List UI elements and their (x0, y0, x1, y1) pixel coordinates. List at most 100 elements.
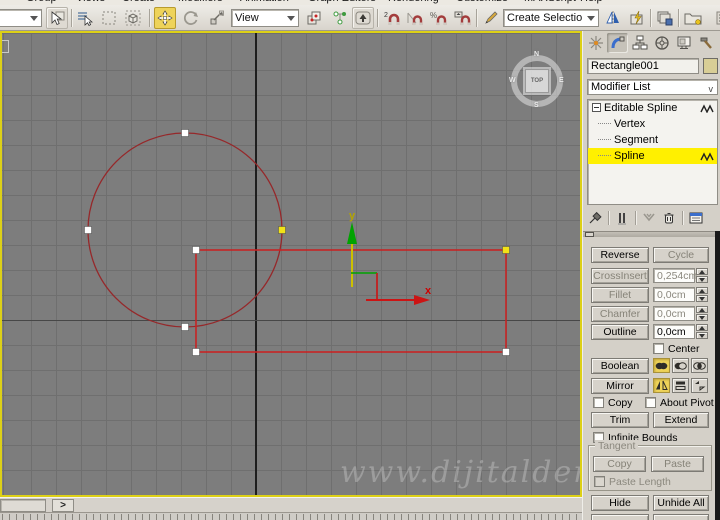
svg-text:y: y (349, 210, 356, 222)
mirror-button[interactable] (602, 7, 624, 29)
modifier-list-dropdown[interactable]: Modifier List v (587, 79, 718, 95)
angle-snap-toggle-button[interactable] (404, 7, 426, 29)
boolean-intersection-button[interactable] (691, 358, 708, 373)
named-selection-set-dropdown[interactable]: Create Selection Se (503, 9, 599, 27)
cut-off-button-right[interactable] (653, 514, 709, 520)
select-and-scale-button[interactable] (206, 7, 228, 29)
snaps-toggle-button[interactable]: 2 (381, 7, 403, 29)
select-by-name-button[interactable] (74, 7, 96, 29)
extend-button[interactable]: Extend (653, 412, 709, 428)
select-and-manipulate-button[interactable] (329, 7, 351, 29)
menu-graph-editors[interactable]: Graph Editors (308, 0, 376, 4)
menu-maxscript[interactable]: MAXScript (524, 0, 576, 4)
stack-row-spline-selected[interactable]: Spline (588, 148, 717, 164)
configure-modifier-sets-button[interactable] (686, 209, 706, 227)
partial-icon (716, 11, 720, 25)
chamfer-spinner[interactable] (696, 306, 708, 321)
copy-checkbox[interactable] (593, 397, 604, 408)
tangent-copy-button[interactable]: Copy (593, 456, 646, 472)
object-name-field[interactable]: Rectangle001 (587, 58, 699, 74)
boolean-union-button[interactable] (653, 358, 670, 373)
track-bar[interactable] (0, 512, 582, 520)
viewcube-top-face[interactable]: TOP (525, 69, 549, 93)
select-object-button[interactable] (46, 7, 68, 29)
stack-row-segment[interactable]: Segment (588, 132, 717, 148)
viewport-canvas[interactable]: www.dijitalders yx N E S W TOP (2, 33, 580, 495)
mirror-spline-button[interactable]: Mirror (591, 378, 649, 394)
stack-row-vertex[interactable]: Vertex (588, 116, 717, 132)
tab-display[interactable] (673, 33, 694, 53)
toolbar-partial-button[interactable] (712, 7, 720, 29)
chamfer-button[interactable]: Chamfer (591, 306, 649, 322)
reverse-button[interactable]: Reverse (591, 247, 649, 263)
chamfer-value-field[interactable]: 0,0cm (653, 306, 695, 321)
pin-icon (589, 211, 602, 224)
rollout-header-partial[interactable] (583, 231, 715, 237)
crossinsert-button[interactable]: CrossInsert (591, 268, 649, 284)
trim-button[interactable]: Trim (591, 412, 649, 428)
remove-modifier-button[interactable] (659, 209, 679, 227)
menu-animation[interactable]: Animation (240, 0, 289, 4)
fillet-spinner[interactable] (696, 287, 708, 302)
tab-hierarchy[interactable] (629, 33, 650, 53)
outline-button[interactable]: Outline (591, 324, 649, 340)
unhide-all-button[interactable]: Unhide All (653, 495, 709, 511)
menu-modifiers[interactable]: Modifiers (178, 0, 223, 4)
crossinsert-value-field[interactable]: 0,254cm (653, 268, 697, 283)
layer-manager-button[interactable] (654, 7, 676, 29)
center-checkbox[interactable] (653, 343, 664, 354)
select-and-rotate-button[interactable] (180, 7, 202, 29)
mirror-horizontal-button[interactable] (653, 378, 670, 393)
stack-row-editable-spline[interactable]: Editable Spline (588, 100, 717, 116)
menu-customize[interactable]: Customize (456, 0, 508, 4)
object-color-swatch[interactable] (703, 58, 718, 74)
menu-views[interactable]: Views (76, 0, 105, 4)
outline-spinner[interactable] (696, 324, 708, 339)
window-crossing-toggle[interactable] (122, 7, 144, 29)
boolean-button[interactable]: Boolean (591, 358, 649, 374)
boolean-subtraction-button[interactable] (672, 358, 689, 373)
hide-button[interactable]: Hide (591, 495, 649, 511)
select-and-move-button[interactable] (154, 7, 176, 29)
keyboard-shortcut-override-toggle[interactable] (352, 7, 374, 29)
align-button[interactable] (626, 7, 648, 29)
crossinsert-spinner[interactable] (696, 268, 708, 283)
scene-explorer-button[interactable] (683, 7, 705, 29)
selection-region-button[interactable] (98, 7, 120, 29)
pin-stack-button[interactable] (585, 209, 605, 227)
trackbar-tick (303, 514, 304, 520)
collapse-box-icon[interactable] (592, 103, 601, 112)
spinner-snap-toggle-button[interactable] (452, 7, 474, 29)
tab-motion[interactable] (651, 33, 672, 53)
fillet-button[interactable]: Fillet (591, 287, 649, 303)
maxscript-prompt-button[interactable]: > (52, 499, 74, 512)
menu-create[interactable]: Create (122, 0, 155, 4)
viewcube[interactable]: N E S W TOP (509, 51, 565, 109)
about-pivot-checkbox[interactable] (645, 397, 656, 408)
trackbar-tick (268, 514, 269, 520)
mirror-both-button[interactable] (691, 378, 708, 393)
reference-coordinate-dropdown[interactable]: View (231, 9, 299, 27)
menu-rendering[interactable]: Rendering (388, 0, 439, 4)
outline-value-field[interactable]: 0,0cm (653, 324, 695, 339)
selection-filter-dropdown[interactable] (0, 9, 42, 27)
tangent-paste-button[interactable]: Paste (651, 456, 704, 472)
tab-create[interactable] (585, 33, 606, 53)
panel-scrollbar[interactable] (715, 231, 720, 520)
make-unique-button[interactable] (639, 209, 659, 227)
percent-snap-toggle-button[interactable]: % (428, 7, 450, 29)
maxscript-mini-listener-field[interactable] (0, 499, 46, 512)
cut-off-button-left[interactable] (591, 514, 649, 520)
cycle-button[interactable]: Cycle (653, 247, 709, 263)
edit-named-selection-sets-button[interactable] (480, 7, 502, 29)
viewport-top[interactable]: www.dijitalders yx N E S W TOP (0, 31, 582, 497)
fillet-value-field[interactable]: 0,0cm (653, 287, 695, 302)
mirror-vertical-button[interactable] (672, 378, 689, 393)
tab-modify[interactable] (607, 33, 628, 53)
paste-length-checkbox[interactable] (594, 476, 605, 487)
tab-utilities[interactable] (695, 33, 716, 53)
menu-group[interactable]: Group (26, 0, 57, 4)
show-end-result-button[interactable] (612, 209, 632, 227)
use-pivot-point-center-button[interactable] (303, 7, 325, 29)
menu-help[interactable]: Help (580, 0, 603, 4)
